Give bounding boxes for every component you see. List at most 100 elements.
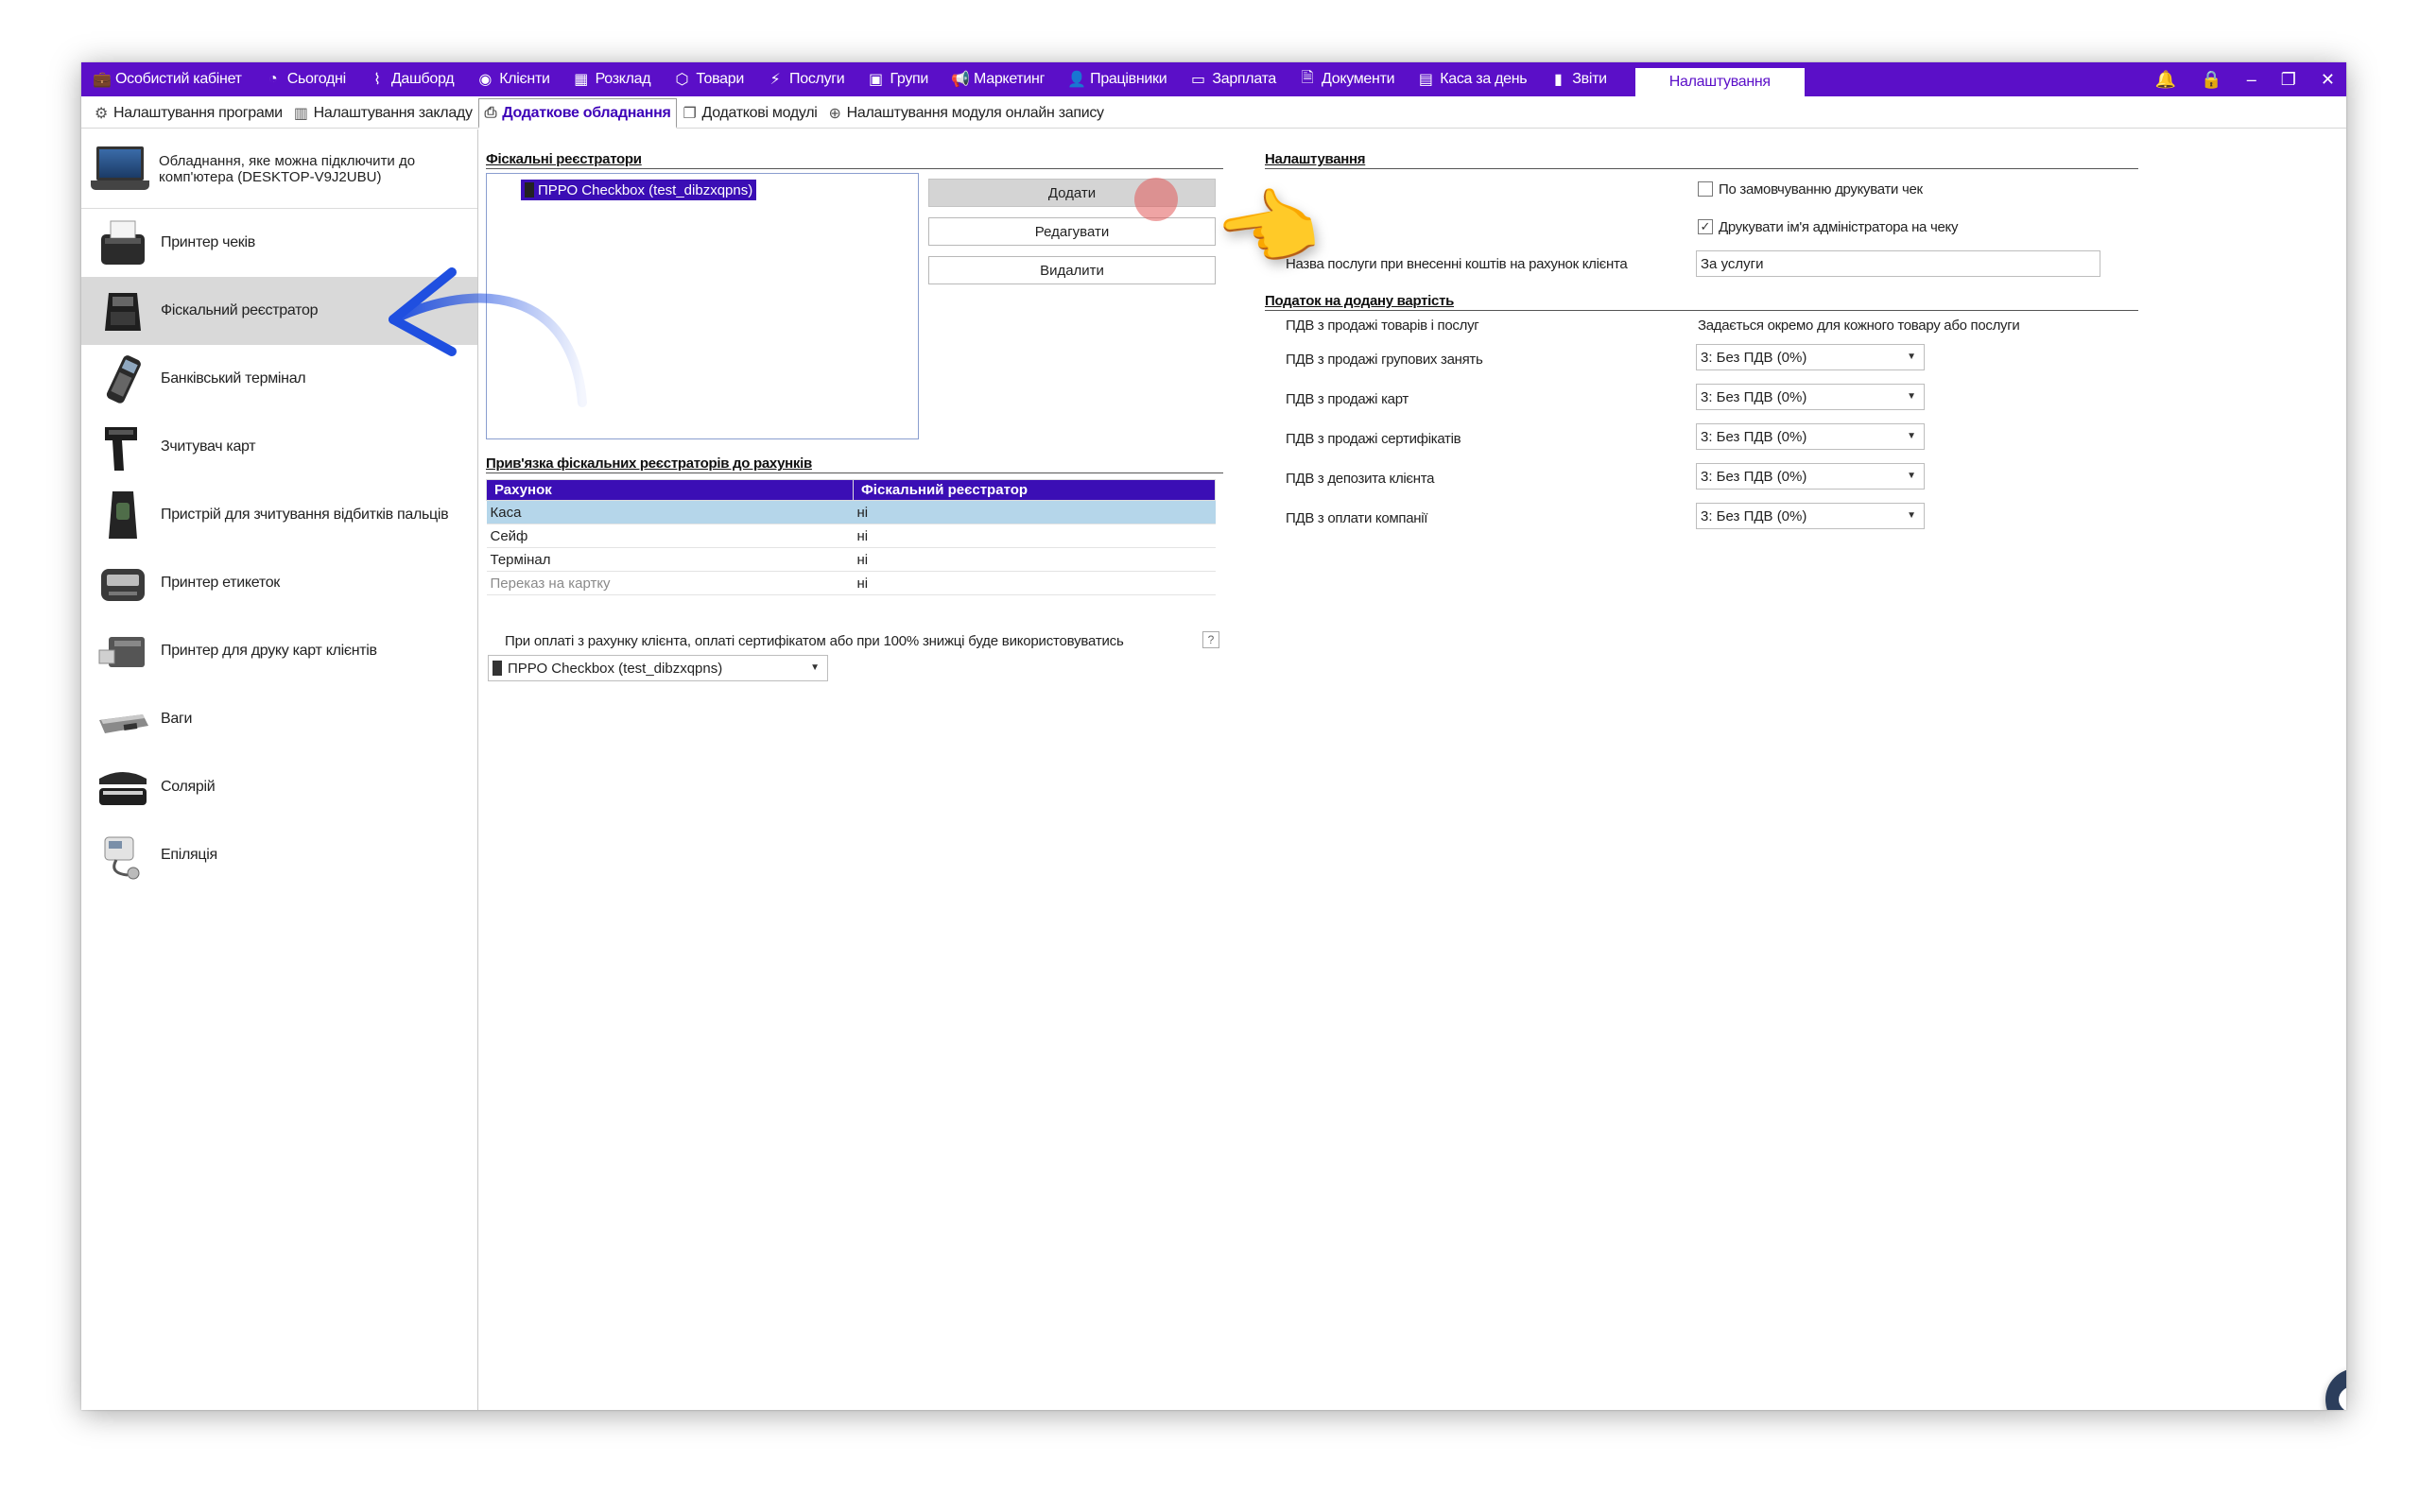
select-value: 3: Без ПДВ (0%) [1701,388,1807,405]
account-cell: Каса [486,500,854,524]
bar-chart-icon: ▮ [1554,72,1563,88]
pointing-hand-icon: 👈 [1208,174,1327,284]
minimize-icon[interactable]: ‒ [2247,70,2256,90]
vat-label: ПДВ з продажі карт [1286,391,1409,407]
vat-section-title: Податок на додану вартість [1265,293,2138,311]
scales-icon [95,691,151,747]
column-header-registrar: Фіскальний реєстратор [853,479,1216,501]
calculator-icon: ▤ [1418,72,1433,88]
select-value: 3: Без ПДВ (0%) [1701,428,1807,445]
nav-label: Каса за день [1440,71,1528,87]
document-icon: 🗎 [1301,69,1314,86]
dropdown-arrow-icon: ▼ [810,662,820,673]
payment-registrar-select[interactable]: ПРРО Checkbox (test_dibzxqpns) ▼ [488,655,828,681]
tutorial-arrow-overlay [389,267,587,407]
nav-label: Маркетинг [974,71,1046,87]
nav-label: Налаштування [1668,74,1771,90]
device-fingerprint-reader[interactable]: Пристрій для зчитування відбитків пальці… [81,481,477,549]
tab-label: Налаштування модуля онлайн запису [846,105,1104,121]
device-label: Ваги [161,711,193,727]
table-row[interactable]: Термінал ні [486,547,1216,572]
device-card-printer[interactable]: Принтер для друку карт клієнтів [81,617,477,685]
select-value: 3: Без ПДВ (0%) [1701,349,1807,366]
registrar-cell[interactable]: ні [853,571,1216,595]
vat-label: ПДВ з оплати компанії [1286,510,1428,526]
globe-icon: ⊕ [828,106,841,122]
nav-services[interactable]: ⚡ Послуги [755,62,856,96]
chat-button[interactable] [2325,1368,2346,1410]
registrar-cell[interactable]: ні [853,524,1216,548]
nav-marketing[interactable]: 📢 Маркетинг [940,62,1056,96]
settings-section-title: Налаштування [1265,151,2138,169]
registrar-cell[interactable]: ні [853,500,1216,524]
close-icon[interactable]: ✕ [2321,70,2335,90]
click-indicator [1134,178,1178,221]
card-printer-icon [95,623,151,679]
nav-label: Працівники [1090,71,1167,87]
print-default-checkbox[interactable] [1698,181,1713,197]
dropdown-arrow-icon: ▼ [1907,471,1916,481]
restore-icon[interactable]: ❐ [2281,70,2296,90]
vat-cards-select[interactable]: 3: Без ПДВ (0%) ▼ [1696,384,1925,410]
epilation-device-icon [95,827,151,884]
person-icon: 👤 [1067,72,1086,88]
vat-label: ПДВ з продажі групових занять [1286,352,1483,368]
select-value: ПРРО Checkbox (test_dibzxqpns) [508,660,723,677]
vat-goods-value: Задається окремо для кожного товару або … [1698,318,2020,334]
print-admin-checkbox[interactable]: ✓ [1698,219,1713,234]
label-printer-icon [95,555,151,611]
account-cell: Сейф [486,524,854,548]
edit-button[interactable]: Редагувати [928,217,1216,246]
account-cell: Термінал [486,547,854,572]
vat-deposit-select[interactable]: 3: Без ПДВ (0%) ▼ [1696,463,1925,490]
account-cell: Переказ на картку [486,571,854,595]
device-label: Солярій [161,779,216,795]
device-label: Принтер для друку карт клієнтів [161,643,377,659]
dropdown-arrow-icon: ▼ [1907,431,1916,441]
nav-reports[interactable]: ▮ Звіти [1538,62,1618,96]
vat-label: ПДВ з продажі сертифікатів [1286,431,1461,447]
registrar-cell[interactable]: ні [853,547,1216,572]
payment-note: При оплаті з рахунку клієнта, оплаті сер… [505,633,1124,649]
vat-group-classes-select[interactable]: 3: Без ПДВ (0%) ▼ [1696,344,1925,370]
dropdown-arrow-icon: ▼ [1907,352,1916,362]
fingerprint-scanner-icon [95,487,151,543]
vat-label: ПДВ з депозита клієнта [1286,471,1435,487]
table-row[interactable]: Переказ на картку ні [486,571,1216,595]
lock-icon[interactable]: 🔒 [2201,70,2221,90]
vat-goods-label: ПДВ з продажі товарів і послуг [1286,318,1479,334]
chat-bubble-icon [2339,1385,2346,1410]
nav-label: Послуги [789,71,845,87]
delete-button[interactable]: Видалити [928,256,1216,284]
device-label: Принтер етикеток [161,575,280,591]
nav-groups[interactable]: ▣ Групи [856,62,940,96]
help-icon[interactable]: ? [1202,631,1219,648]
nav-salary[interactable]: ▭ Зарплата [1178,62,1288,96]
dropdown-arrow-icon: ▼ [1907,510,1916,521]
money-icon: ▭ [1190,72,1205,88]
megaphone-icon: 📢 [951,72,970,88]
bell-icon[interactable]: 🔔 [2155,70,2176,90]
nav-employees[interactable]: 👤 Працівники [1056,62,1178,96]
table-row[interactable]: Каса ні [486,500,1216,524]
arrow-curve [389,293,587,407]
fiscal-registrar-small-icon [493,661,502,676]
nav-label: Групи [890,71,929,87]
device-epilation[interactable]: Епіляція [81,821,477,889]
nav-documents[interactable]: 🗎 Документи [1288,62,1406,96]
device-solarium[interactable]: Солярій [81,753,477,821]
service-name-input[interactable]: За услуги [1696,250,2100,277]
device-label: Епіляція [161,847,217,863]
nav-cash-day[interactable]: ▤ Каса за день [1406,62,1538,96]
nav-label: Зарплата [1212,71,1277,87]
device-scales[interactable]: Ваги [81,685,477,753]
vat-company-payment-select[interactable]: 3: Без ПДВ (0%) ▼ [1696,503,1925,529]
column-header-account: Рахунок [486,479,854,501]
nav-settings[interactable]: Налаштування [1634,68,1805,96]
vat-certificates-select[interactable]: 3: Без ПДВ (0%) ▼ [1696,423,1925,450]
tab-online-booking[interactable]: ⊕ Налаштування модуля онлайн запису [823,99,1110,128]
table-row[interactable]: Сейф ні [486,524,1216,548]
device-label-printer[interactable]: Принтер етикеток [81,549,477,617]
solarium-icon [95,759,151,816]
device-label: Зчитувач карт [161,438,256,455]
